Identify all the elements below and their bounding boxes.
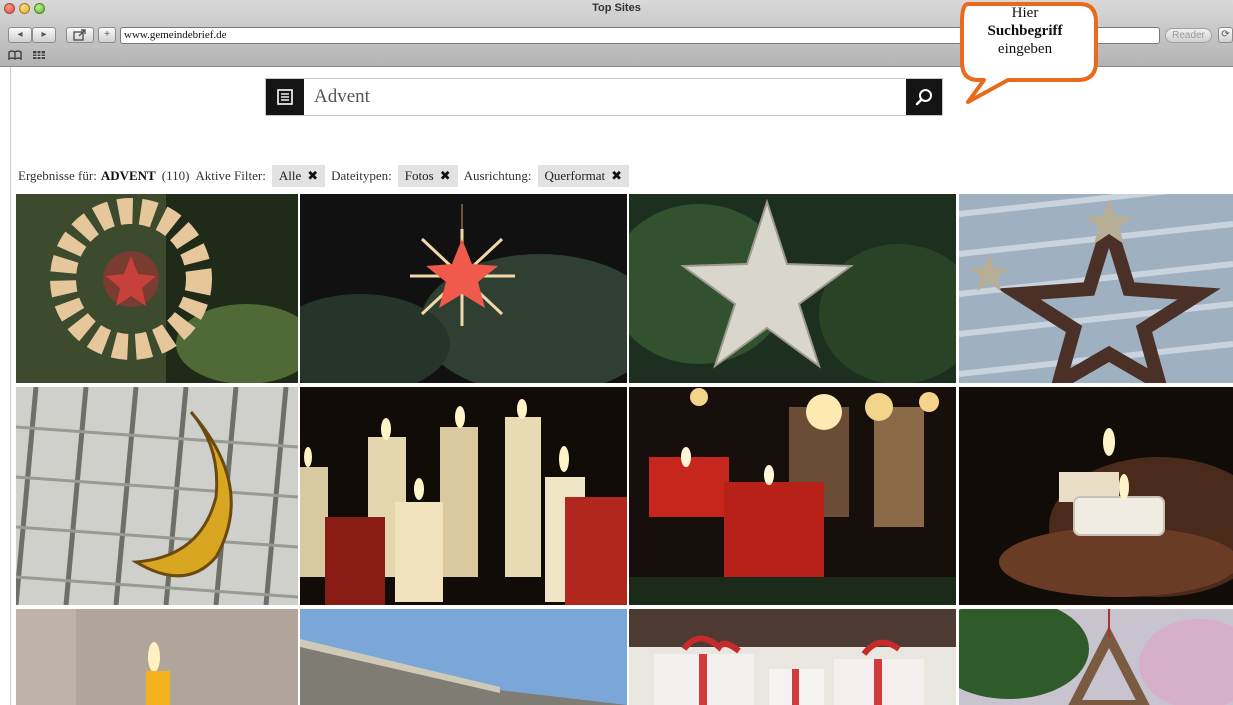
photo-thumbnail[interactable] [629,609,956,705]
reader-button[interactable]: Reader [1165,28,1212,43]
burning-white-candles-image [300,387,627,605]
photo-thumbnail[interactable] [959,387,1233,605]
photo-thumbnail[interactable] [629,387,956,605]
page-left-border [10,67,11,705]
photo-thumbnail[interactable] [959,194,1233,383]
filter-chip-label: Fotos [404,168,434,183]
search-button[interactable] [906,79,942,115]
filter-chip-all[interactable]: Alle ✖ [271,165,326,187]
close-icon[interactable]: ✖ [440,169,451,184]
filter-chip-photos[interactable]: Fotos ✖ [397,165,458,187]
close-icon[interactable]: ✖ [307,169,318,184]
search-term: ADVENT [100,168,156,183]
single-candle-image [16,609,298,705]
search-icon [915,89,932,106]
filetypes-label: Dateitypen: [331,168,392,183]
christmas-gift-boxes-image [629,609,956,705]
results-prefix: Ergebnisse für: [18,168,97,183]
download-button[interactable]: ⟳ [1218,27,1233,43]
share-icon [73,29,86,41]
share-button[interactable] [66,27,94,43]
roof-against-sky-image [300,609,627,705]
callout-line-2: Suchbegriff [987,23,1063,39]
add-bookmark-button[interactable]: + [98,27,116,43]
crescent-moon-curtain-image [16,387,298,605]
close-icon[interactable]: ✖ [611,169,622,184]
tealight-in-hands-image [959,387,1233,605]
bookmarks-bar [8,50,46,63]
wooden-tree-ornament-image [959,609,1233,705]
photo-thumbnail[interactable] [16,194,298,383]
filter-chip-label: Alle [278,168,302,183]
search-bar [265,78,943,116]
straw-star-wreath-image [16,194,298,383]
filter-chip-label: Querformat [544,168,606,183]
top-sites-grid-icon[interactable] [32,50,46,63]
result-count: (110) [161,168,190,183]
hint-callout-text: Hier Suchbegriff eingeben [965,4,1085,58]
list-icon [277,89,293,105]
list-view-button[interactable] [266,79,304,115]
photo-thumbnail[interactable] [629,194,956,383]
photo-thumbnail[interactable] [16,609,298,705]
red-straw-star-image [300,194,627,383]
active-filters-label: Aktive Filter: [195,168,266,183]
forward-button[interactable]: ▸ [32,27,56,43]
white-wooden-star-image [629,194,956,383]
photo-thumbnail[interactable] [300,194,627,383]
photo-thumbnail[interactable] [16,387,298,605]
back-button[interactable]: ◂ [8,27,32,43]
reading-list-icon[interactable] [8,50,22,63]
red-advent-candles-image [629,387,956,605]
star-garland-window-image [959,194,1233,383]
filter-bar: Ergebnisse für: ADVENT (110) Aktive Filt… [18,164,635,188]
search-input[interactable] [314,79,894,115]
photo-thumbnail[interactable] [300,609,627,705]
callout-line-1: Hier [1011,5,1039,21]
photo-thumbnail[interactable] [300,387,627,605]
photo-thumbnail[interactable] [959,609,1233,705]
filter-chip-landscape[interactable]: Querformat ✖ [537,165,630,187]
callout-line-3: eingeben [997,41,1053,57]
orientation-label: Ausrichtung: [463,168,532,183]
